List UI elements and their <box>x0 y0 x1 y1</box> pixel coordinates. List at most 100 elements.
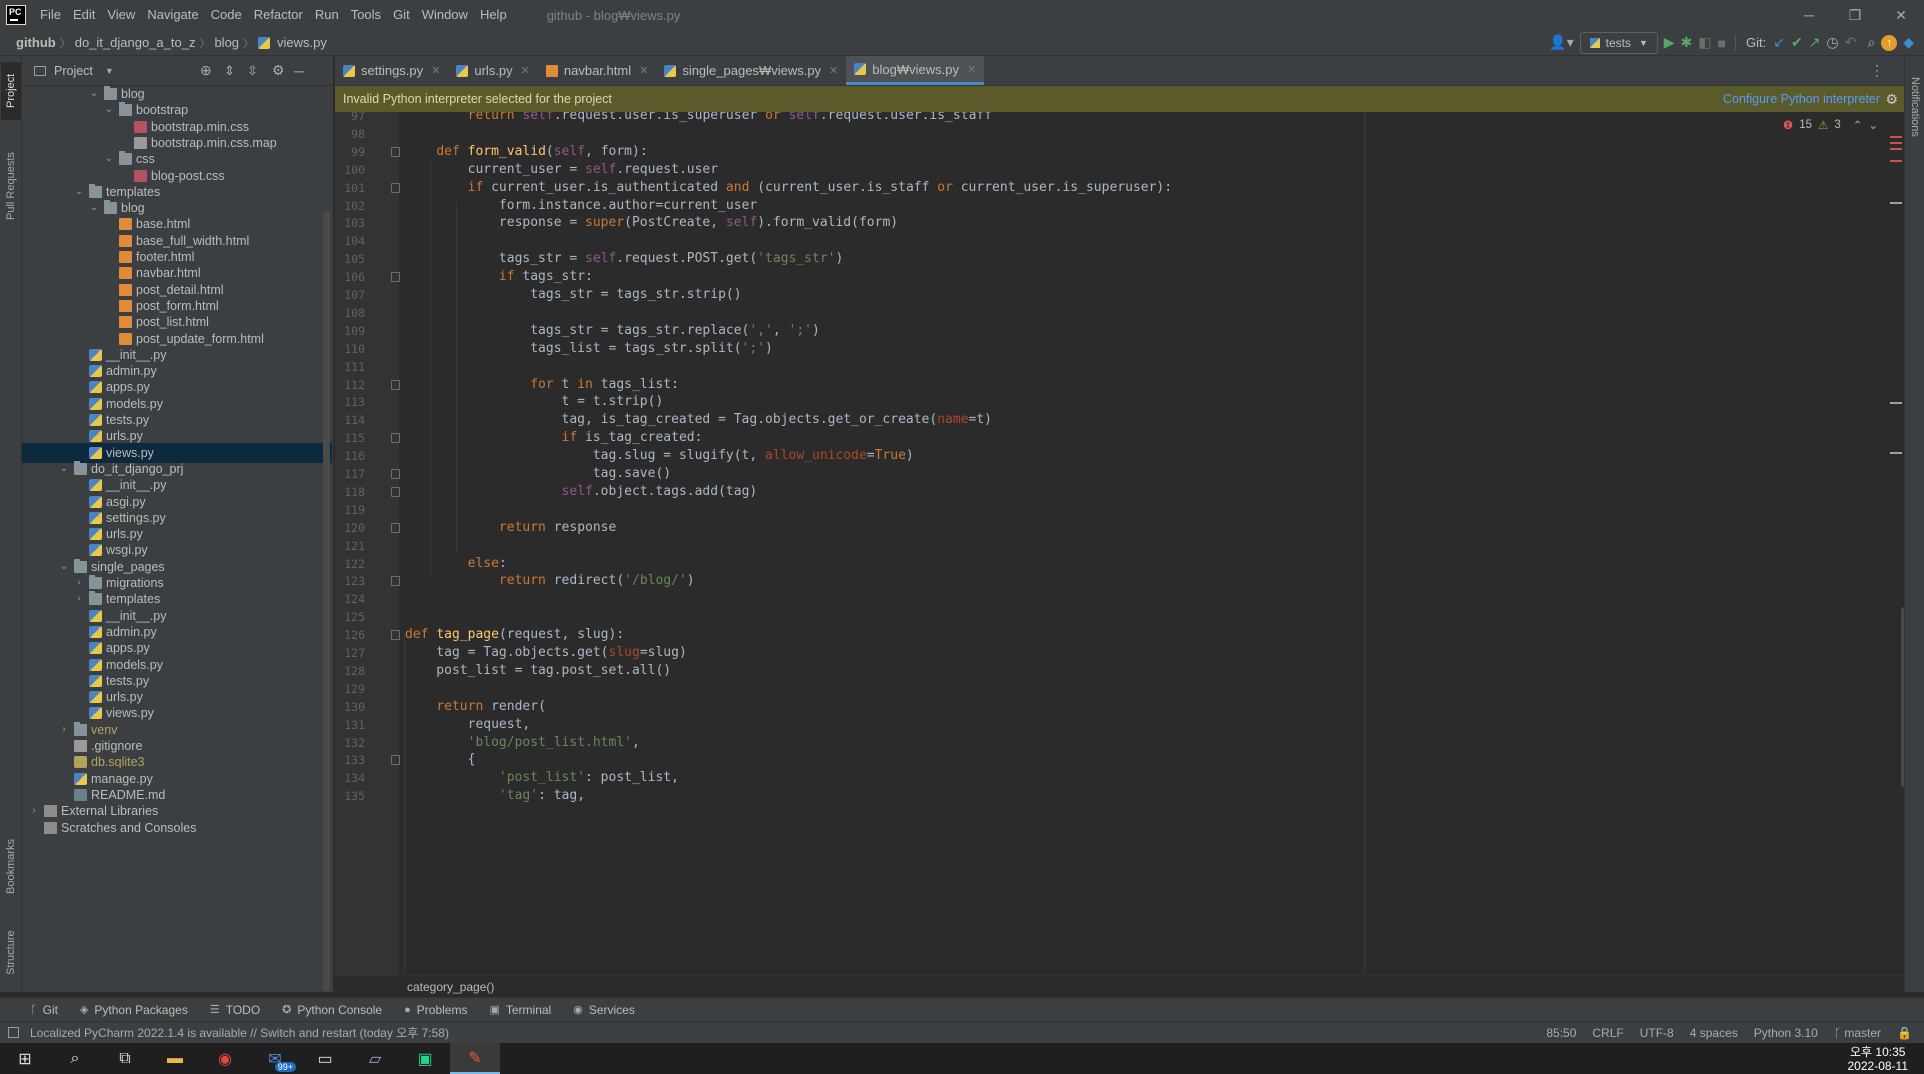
error-stripe-mark[interactable] <box>1890 160 1902 162</box>
fold-marker-icon[interactable] <box>391 469 400 479</box>
fold-marker-icon[interactable] <box>391 522 400 533</box>
expand-all-icon[interactable]: ⇕ <box>224 63 235 79</box>
notepad-icon[interactable]: ▱ <box>350 1043 400 1074</box>
debug-icon[interactable]: ✱ <box>1681 32 1693 54</box>
menu-edit[interactable]: Edit <box>67 0 101 30</box>
tool-window-git[interactable]: ᚴ Git <box>30 1003 58 1017</box>
notifications-tool-tab[interactable]: Notifications <box>1905 62 1924 152</box>
error-stripe-mark[interactable] <box>1890 136 1902 138</box>
close-icon[interactable]: ✕ <box>829 64 838 77</box>
fold-marker-icon[interactable] <box>391 272 400 283</box>
editor-tab[interactable]: navbar.html ✕ <box>538 56 656 85</box>
update-icon[interactable]: ↑ <box>1881 34 1898 51</box>
tree-item[interactable]: Scratches and Consoles <box>22 818 332 838</box>
editor-tab[interactable]: settings.py ✕ <box>335 56 448 85</box>
terminal-app-icon[interactable]: ▭ <box>300 1043 350 1074</box>
editor-scrollbar[interactable] <box>1901 607 1904 787</box>
fold-marker-icon[interactable] <box>391 755 400 766</box>
line-separator[interactable]: CRLF <box>1592 1026 1623 1040</box>
menu-refactor[interactable]: Refactor <box>248 0 309 30</box>
file-explorer-icon[interactable]: ▬ <box>150 1043 200 1074</box>
menu-tools[interactable]: Tools <box>345 0 387 30</box>
hide-panel-icon[interactable]: ─ <box>294 63 304 79</box>
structure-tool-tab[interactable]: Structure <box>1 918 21 988</box>
search-icon[interactable]: ⌕ <box>1867 32 1875 54</box>
code-editor[interactable]: 97 return self.request.user.is_superuser… <box>335 112 1904 975</box>
project-panel-title[interactable]: Project <box>54 64 93 78</box>
jetbrains-icon[interactable]: ◆ <box>1903 32 1914 54</box>
tool-window-problems[interactable]: ● Problems <box>404 1003 467 1017</box>
chevron-down-icon[interactable]: ▼ <box>105 66 114 76</box>
caret-position[interactable]: 85:50 <box>1546 1026 1576 1040</box>
paint-app-icon[interactable]: ✎ <box>450 1043 500 1074</box>
lock-icon[interactable]: 🔒 <box>1897 1026 1912 1040</box>
warning-stripe-mark[interactable] <box>1890 202 1902 204</box>
close-icon[interactable]: ✕ <box>967 63 976 76</box>
tree-scrollbar[interactable] <box>323 211 330 991</box>
mail-icon[interactable]: ✉ 99+ <box>250 1043 300 1074</box>
git-branch[interactable]: ᚴ master <box>1834 1026 1881 1040</box>
editor-tab[interactable]: urls.py ✕ <box>448 56 538 85</box>
editor-breadcrumb[interactable]: category_page() <box>335 975 1904 997</box>
close-icon[interactable]: ✕ <box>521 64 530 77</box>
breadcrumb-project[interactable]: github <box>12 35 60 50</box>
menu-navigate[interactable]: Navigate <box>141 0 204 30</box>
tool-window-todo[interactable]: ☰ TODO <box>210 1003 260 1017</box>
fold-marker-icon[interactable] <box>391 379 400 390</box>
system-clock[interactable]: 오후 10:35 2022-08-11 <box>1848 1045 1909 1073</box>
close-icon[interactable]: ✕ <box>431 64 440 77</box>
fold-marker-icon[interactable] <box>391 576 400 587</box>
tool-window-services[interactable]: ◉ Services <box>573 1003 635 1017</box>
rollback-icon[interactable]: ↶ <box>1845 32 1857 54</box>
collapse-all-icon[interactable]: ⇳ <box>247 63 258 79</box>
close-window-button[interactable]: ✕ <box>1878 0 1924 30</box>
fold-marker-icon[interactable] <box>391 486 400 497</box>
run-icon[interactable]: ▶ <box>1664 32 1675 54</box>
fold-marker-icon[interactable] <box>391 182 400 193</box>
fold-marker-icon[interactable] <box>391 630 400 641</box>
error-stripe-mark[interactable] <box>1890 148 1902 150</box>
user-icon[interactable]: 👤▾ <box>1549 32 1573 54</box>
editor-tab[interactable]: single_pages₩views.py ✕ <box>656 56 846 85</box>
git-update-icon[interactable]: ↙ <box>1773 32 1785 54</box>
search-icon[interactable]: ⌕ <box>50 1043 100 1074</box>
file-encoding[interactable]: UTF-8 <box>1640 1026 1674 1040</box>
gear-icon[interactable]: ⚙ <box>1885 91 1898 108</box>
warning-stripe-mark[interactable] <box>1890 402 1902 404</box>
next-highlight-icon[interactable]: ⌄ <box>1868 118 1878 132</box>
breadcrumb-folder[interactable]: blog <box>210 35 243 50</box>
project-tool-tab[interactable]: Project <box>1 62 21 120</box>
minimize-button[interactable]: ─ <box>1786 0 1832 30</box>
close-icon[interactable]: ✕ <box>639 64 648 77</box>
previous-highlight-icon[interactable]: ⌃ <box>1853 118 1863 132</box>
editor-tab[interactable]: blog₩views.py ✕ <box>846 56 985 85</box>
locate-icon[interactable]: ⊕ <box>200 62 212 79</box>
indent-setting[interactable]: 4 spaces <box>1690 1026 1738 1040</box>
code-line[interactable]: 135 'tag': tag, <box>335 785 1904 807</box>
menu-help[interactable]: Help <box>474 0 513 30</box>
pycharm-app-icon[interactable]: ▣ <box>400 1043 450 1074</box>
configure-interpreter-link[interactable]: Configure Python interpreter <box>1723 92 1880 106</box>
pycharm-logo-icon[interactable]: PC <box>6 5 26 25</box>
fold-marker-icon[interactable] <box>391 146 400 157</box>
tool-window-terminal[interactable]: ▣ Terminal <box>489 1003 551 1017</box>
history-icon[interactable]: ◷ <box>1826 32 1838 54</box>
fold-marker-icon[interactable] <box>391 433 400 444</box>
tool-window-python-console[interactable]: ✪ Python Console <box>282 1003 382 1017</box>
error-stripe-mark[interactable] <box>1890 142 1902 144</box>
task-view-icon[interactable]: ⧉ <box>100 1043 150 1074</box>
chrome-icon[interactable]: ◉ <box>200 1043 250 1074</box>
menu-code[interactable]: Code <box>205 0 248 30</box>
warning-stripe-mark[interactable] <box>1890 452 1902 454</box>
run-config-select[interactable]: tests ▼ <box>1579 31 1658 54</box>
tool-window-python-packages[interactable]: ◈ Python Packages <box>80 1003 188 1017</box>
menu-view[interactable]: View <box>101 0 141 30</box>
git-push-icon[interactable]: ↗ <box>1809 32 1821 54</box>
breadcrumb-folder[interactable]: do_it_django_a_to_z <box>71 35 200 50</box>
git-commit-icon[interactable]: ✔ <box>1791 32 1803 54</box>
bookmarks-tool-tab[interactable]: Bookmarks <box>1 826 21 906</box>
panel-toggle-icon[interactable] <box>8 1027 19 1038</box>
pull-requests-tool-tab[interactable]: Pull Requests <box>1 136 21 236</box>
menu-run[interactable]: Run <box>309 0 345 30</box>
menu-git[interactable]: Git <box>387 0 416 30</box>
